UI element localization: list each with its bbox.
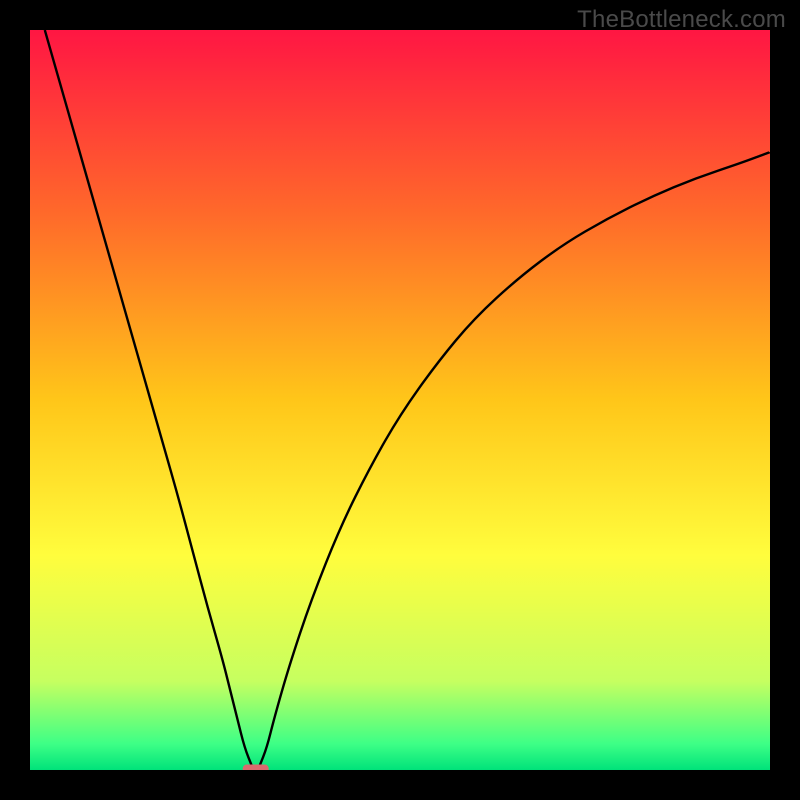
min-marker (243, 765, 269, 770)
chart-background (30, 30, 770, 770)
watermark-text: TheBottleneck.com (577, 6, 786, 34)
chart-plot (30, 30, 770, 770)
